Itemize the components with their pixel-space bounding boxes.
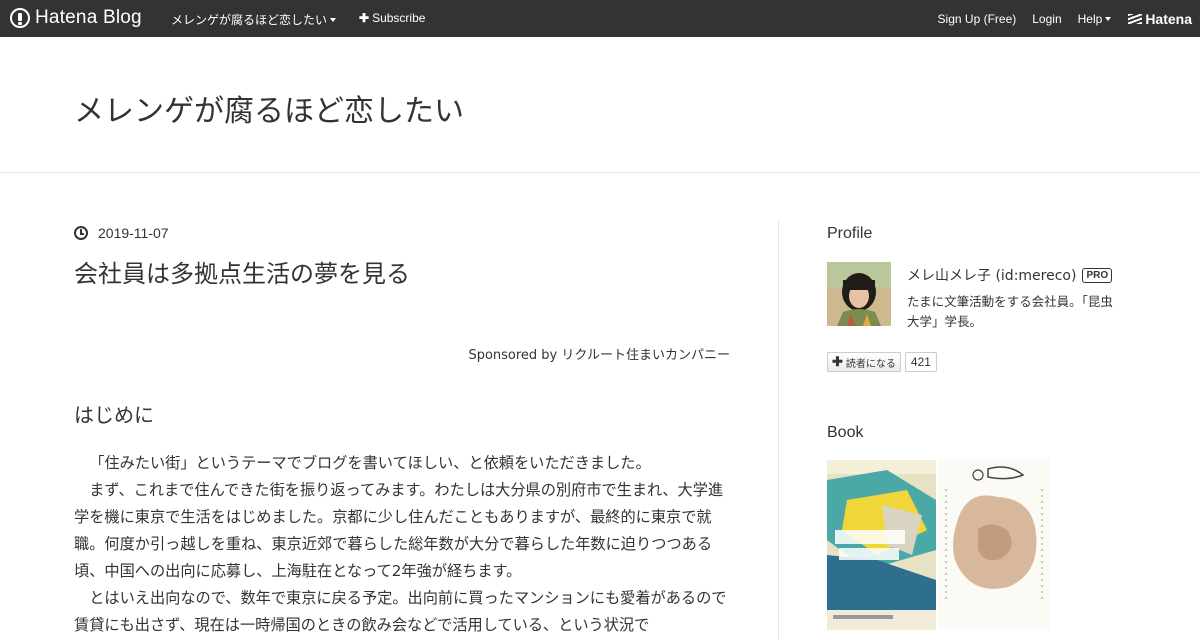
avatar-image (827, 262, 891, 326)
entry-body: 「住みたい街」というテーマでブログを書いてほしい、と依頼をいただきました。 まず… (74, 450, 730, 639)
avatar[interactable] (827, 262, 891, 326)
reader-button[interactable]: ✚ 読者になる (827, 352, 901, 372)
hatena-mark-icon (1128, 14, 1143, 24)
blog-name-label: メレンゲが腐るほど恋したい (171, 13, 328, 27)
entry-paragraph: とはいえ出向なので、数年で東京に戻る予定。出向前に買ったマンションにも愛着がある… (74, 589, 727, 634)
entry-paragraph: 「住みたい街」というテーマでブログを書いてほしい、と依頼をいただきました。 (89, 454, 651, 472)
hatena-logo-icon (10, 8, 30, 28)
profile-module-title: Profile (827, 225, 873, 242)
login-link[interactable]: Login (1032, 12, 1061, 26)
caret-down-icon (330, 17, 337, 22)
hatena-link[interactable]: Hatena (1128, 11, 1192, 27)
help-menu[interactable]: Help (1078, 12, 1112, 26)
top-right-menu: Sign Up (Free) Login Help Hatena (922, 11, 1192, 27)
book-cover-image (827, 460, 936, 630)
section-heading: はじめに (74, 403, 154, 427)
clock-icon (74, 226, 88, 240)
profile-name-text: メレ山メレ子 (id:mereco) (907, 268, 1077, 284)
hatena-blog-logo[interactable]: Hatena Blog (10, 7, 142, 29)
reader-widget: ✚ 読者になる 421 (827, 352, 937, 372)
blog-name-menu[interactable]: メレンゲが腐るほど恋したい (171, 11, 337, 28)
reader-button-label: 読者になる (845, 358, 896, 370)
plus-icon: ✚ (832, 354, 843, 369)
reader-count[interactable]: 421 (904, 352, 937, 372)
pro-badge: PRO (1082, 267, 1113, 283)
book-cover-image (938, 459, 1050, 629)
book-module-title: Book (827, 424, 864, 441)
caret-down-icon (1105, 17, 1112, 21)
book-cover-2[interactable] (938, 459, 1050, 629)
column-divider (778, 220, 779, 640)
signup-link[interactable]: Sign Up (Free) (938, 12, 1017, 26)
subscribe-label: Subscribe (372, 11, 426, 25)
entry-date-text: 2019-11-07 (98, 225, 169, 241)
blog-title[interactable]: メレンゲが腐るほど恋したい (74, 86, 464, 130)
top-navbar: Hatena Blog メレンゲが腐るほど恋したい ✚ Subscribe Si… (0, 0, 1200, 37)
profile-description: たまに文筆活動をする会社員。「昆虫大学」学長。 (907, 294, 1113, 329)
entry-paragraph: まず、これまで住んできた街を振り返ってみます。わたしは大分県の別府市で生まれ、大… (74, 481, 724, 580)
blog-header: メレンゲが腐るほど恋したい (0, 37, 1200, 173)
logo-text: Hatena Blog (35, 7, 142, 28)
plus-icon: ✚ (359, 11, 370, 25)
help-label: Help (1077, 12, 1103, 26)
entry-title[interactable]: 会社員は多拠点生活の夢を見る (74, 254, 410, 289)
sponsored-label: Sponsored by リクルート住まいカンパニー (468, 348, 730, 363)
entry-date[interactable]: 2019-11-07 (74, 225, 169, 241)
book-cover-1[interactable] (827, 460, 936, 630)
subscribe-link[interactable]: ✚ Subscribe (359, 11, 425, 25)
profile-name[interactable]: メレ山メレ子 (id:mereco) PRO (907, 265, 1113, 285)
hatena-label: Hatena (1145, 11, 1192, 27)
